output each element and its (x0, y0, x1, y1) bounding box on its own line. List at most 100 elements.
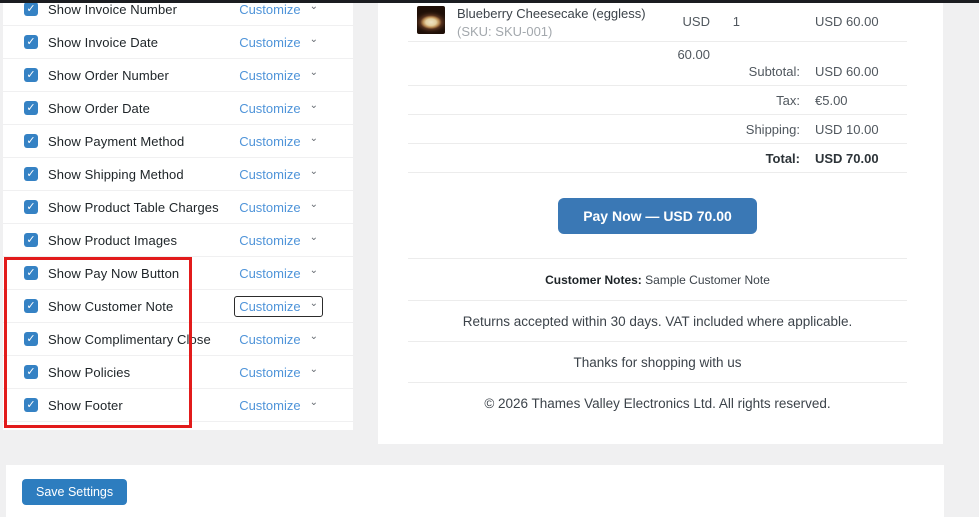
setting-row-show-customer-note: ✓ Show Customer Note Customize ⌄ (3, 290, 353, 323)
show-policies-checkbox[interactable]: ✓ (24, 365, 38, 379)
customer-notes-label: Customer Notes: (545, 273, 642, 287)
footer-text: © 2026 Thames Valley Electronics Ltd. Al… (484, 396, 831, 411)
customize-link[interactable]: Customize (239, 134, 300, 149)
chevron-down-icon: ⌄ (309, 166, 318, 177)
setting-label: Show Product Images (48, 232, 178, 248)
show-order-number-checkbox[interactable]: ✓ (24, 68, 38, 82)
setting-row-show-payment-method: ✓ Show Payment Method Customize ⌄ (3, 125, 353, 158)
setting-row-show-policies: ✓ Show Policies Customize ⌄ (3, 356, 353, 389)
product-table-row: Blueberry Cheesecake (eggless) (SKU: SKU… (408, 3, 907, 62)
customize-dropdown[interactable]: Customize ⌄ (234, 362, 323, 383)
customize-dropdown-focused[interactable]: Customize ⌄ (234, 295, 323, 317)
customize-link[interactable]: Customize (239, 332, 300, 347)
subtotal-label: Subtotal: (748, 63, 800, 79)
setting-label: Show Shipping Method (48, 166, 184, 182)
customize-link[interactable]: Customize (239, 266, 300, 281)
customer-notes-value: Sample Customer Note (641, 273, 770, 287)
show-pay-now-button-checkbox[interactable]: ✓ (24, 266, 38, 280)
customize-dropdown[interactable]: Customize ⌄ (234, 65, 323, 86)
customize-dropdown[interactable]: Customize ⌄ (234, 395, 323, 416)
product-quantity: 1 (732, 14, 740, 29)
customize-dropdown[interactable]: Customize ⌄ (234, 98, 323, 119)
settings-rows-container: ✓ Show Invoice Number Customize ⌄ ✓ Show… (3, 3, 353, 422)
show-payment-method-checkbox[interactable]: ✓ (24, 134, 38, 148)
show-shipping-method-checkbox[interactable]: ✓ (24, 167, 38, 181)
setting-row-show-invoice-number: ✓ Show Invoice Number Customize ⌄ (3, 3, 353, 26)
chevron-down-icon: ⌄ (309, 100, 318, 111)
customize-dropdown[interactable]: Customize ⌄ (234, 263, 323, 284)
setting-row-show-product-images: ✓ Show Product Images Customize ⌄ (3, 224, 353, 257)
setting-label: Show Invoice Number (48, 3, 178, 17)
subtotal-row: Subtotal: USD 60.00 (408, 57, 907, 86)
customize-dropdown[interactable]: Customize ⌄ (234, 3, 323, 20)
pay-now-row: Pay Now — USD 70.00 (408, 198, 907, 234)
invoice-preview-panel: Blueberry Cheesecake (eggless) (SKU: SKU… (378, 3, 943, 444)
chevron-down-icon: ⌄ (309, 265, 318, 276)
chevron-down-icon: ⌄ (309, 199, 318, 210)
setting-row-show-invoice-date: ✓ Show Invoice Date Customize ⌄ (3, 26, 353, 59)
customize-dropdown[interactable]: Customize ⌄ (234, 32, 323, 53)
chevron-down-icon: ⌄ (309, 34, 318, 45)
total-label: Total: (765, 150, 800, 166)
customize-link[interactable]: Customize (239, 167, 300, 182)
customize-link[interactable]: Customize (239, 200, 300, 215)
chevron-down-icon: ⌄ (309, 397, 318, 408)
setting-row-show-order-number: ✓ Show Order Number Customize ⌄ (3, 59, 353, 92)
customize-link[interactable]: Customize (239, 35, 300, 50)
customize-link[interactable]: Customize (239, 299, 300, 314)
setting-row-show-complimentary-close: ✓ Show Complimentary Close Customize ⌄ (3, 323, 353, 356)
product-sku: (SKU: SKU-001) (457, 24, 553, 39)
tax-value: €5.00 (815, 92, 848, 108)
setting-row-show-product-table-charges: ✓ Show Product Table Charges Customize ⌄ (3, 191, 353, 224)
customize-dropdown[interactable]: Customize ⌄ (234, 230, 323, 251)
setting-label: Show Payment Method (48, 133, 185, 149)
customize-link[interactable]: Customize (239, 3, 300, 17)
customize-link[interactable]: Customize (239, 365, 300, 380)
show-product-table-charges-checkbox[interactable]: ✓ (24, 200, 38, 214)
setting-label: Show Complimentary Close (48, 331, 211, 347)
customize-link[interactable]: Customize (239, 233, 300, 248)
setting-row-show-pay-now-button: ✓ Show Pay Now Button Customize ⌄ (3, 257, 353, 290)
setting-label: Show Policies (48, 364, 131, 380)
complimentary-close-section: Thanks for shopping with us (408, 341, 907, 382)
shipping-label: Shipping: (745, 121, 800, 137)
totals-block: Subtotal: USD 60.00 Tax: €5.00 Shipping:… (408, 57, 907, 173)
setting-row-show-footer: ✓ Show Footer Customize ⌄ (3, 389, 353, 422)
show-footer-checkbox[interactable]: ✓ (24, 398, 38, 412)
show-customer-note-checkbox[interactable]: ✓ (24, 299, 38, 313)
customize-link[interactable]: Customize (239, 398, 300, 413)
product-name-cell: Blueberry Cheesecake (eggless) (SKU: SKU… (457, 5, 669, 41)
product-price: USD 60.00 (677, 14, 710, 62)
chevron-down-icon: ⌄ (309, 331, 318, 342)
shipping-value: USD 10.00 (815, 121, 879, 137)
subtotal-value: USD 60.00 (815, 63, 879, 79)
customize-dropdown[interactable]: Customize ⌄ (234, 329, 323, 350)
customize-dropdown[interactable]: Customize ⌄ (234, 197, 323, 218)
setting-label: Show Footer (48, 397, 123, 413)
customize-link[interactable]: Customize (239, 101, 300, 116)
setting-label: Show Order Number (48, 67, 169, 83)
customize-link[interactable]: Customize (239, 68, 300, 83)
invoice-footer-section: © 2026 Thames Valley Electronics Ltd. Al… (408, 382, 907, 431)
closing-text: Thanks for shopping with us (573, 355, 742, 370)
save-settings-button[interactable]: Save Settings (22, 479, 128, 505)
total-value: USD 70.00 (815, 150, 879, 166)
customize-dropdown[interactable]: Customize ⌄ (234, 131, 323, 152)
shipping-row: Shipping: USD 10.00 (408, 115, 907, 144)
setting-label: Show Order Date (48, 100, 150, 116)
chevron-down-icon: ⌄ (309, 232, 318, 243)
show-invoice-number-checkbox[interactable]: ✓ (24, 3, 38, 16)
chevron-down-icon: ⌄ (309, 364, 318, 375)
setting-label: Show Invoice Date (48, 34, 159, 50)
show-complimentary-close-checkbox[interactable]: ✓ (24, 332, 38, 346)
product-line-total: USD 60.00 (815, 14, 879, 29)
tax-row: Tax: €5.00 (408, 86, 907, 115)
tax-label: Tax: (776, 92, 800, 108)
customize-dropdown[interactable]: Customize ⌄ (234, 164, 323, 185)
pay-now-button[interactable]: Pay Now — USD 70.00 (558, 198, 757, 234)
chevron-down-icon: ⌄ (309, 133, 318, 144)
show-order-date-checkbox[interactable]: ✓ (24, 101, 38, 115)
chevron-down-icon: ⌄ (309, 298, 318, 309)
show-invoice-date-checkbox[interactable]: ✓ (24, 35, 38, 49)
show-product-images-checkbox[interactable]: ✓ (24, 233, 38, 247)
